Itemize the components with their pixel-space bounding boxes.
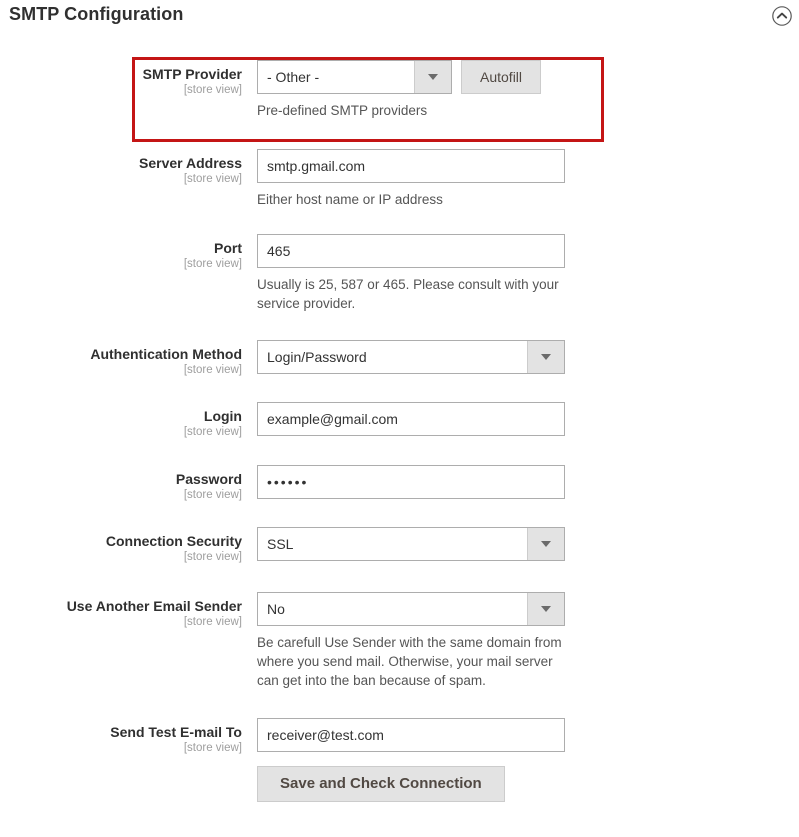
control-password	[257, 465, 799, 499]
field-label-text: SMTP Provider	[142, 66, 242, 82]
control-server-address: Either host name or IP address	[257, 149, 799, 209]
server-address-input[interactable]	[257, 149, 565, 183]
field-label-text: Server Address	[139, 155, 242, 171]
send-test-email-input[interactable]	[257, 718, 565, 752]
scope-note: [store view]	[183, 616, 242, 628]
label-authentication-method: Authentication Method [store view]	[0, 340, 257, 378]
control-login	[257, 402, 799, 436]
field-row-port: Port [store view] Usually is 25, 587 or …	[0, 234, 799, 313]
field-label-text: Connection Security	[105, 533, 242, 549]
field-row-use-another-email-sender: Use Another Email Sender [store view] No…	[0, 592, 799, 690]
port-input[interactable]	[257, 234, 565, 268]
scope-note: [store view]	[183, 364, 242, 376]
label-send-test-email: Send Test E-mail To [store view]	[0, 718, 257, 756]
section-header: SMTP Configuration	[0, 0, 799, 38]
page-title: SMTP Configuration	[9, 4, 184, 24]
chevron-down-icon[interactable]	[414, 61, 451, 93]
label-server-address: Server Address [store view]	[0, 149, 257, 187]
label-connection-security: Connection Security [store view]	[0, 527, 257, 565]
scope-note: [store view]	[183, 489, 242, 501]
field-row-send-test-email: Send Test E-mail To [store view] Save an…	[0, 718, 799, 802]
authentication-method-select[interactable]: Login/Password	[257, 340, 565, 374]
chevron-up-circle-icon[interactable]	[771, 5, 793, 27]
chevron-down-icon[interactable]	[527, 593, 564, 625]
autofill-button[interactable]: Autofill	[461, 60, 542, 94]
label-port: Port [store view]	[0, 234, 257, 272]
control-smtp-provider: - Other - Autofill Pre-defined SMTP prov…	[257, 60, 799, 120]
field-label-text: Password	[175, 471, 242, 487]
help-text-use-another-email-sender: Be carefull Use Sender with the same dom…	[257, 635, 562, 688]
control-port: Usually is 25, 587 or 465. Please consul…	[257, 234, 799, 313]
save-and-check-connection-button[interactable]: Save and Check Connection	[257, 766, 505, 802]
login-input[interactable]	[257, 402, 565, 436]
scope-note: [store view]	[183, 551, 242, 563]
help-text-smtp-provider: Pre-defined SMTP providers	[257, 103, 428, 118]
use-another-email-sender-value: No	[267, 601, 285, 617]
label-password: Password [store view]	[0, 465, 257, 503]
field-label-text: Authentication Method	[90, 346, 242, 362]
scope-note: [store view]	[183, 173, 242, 185]
help-text-server-address: Either host name or IP address	[257, 192, 443, 207]
control-connection-security: SSL	[257, 527, 799, 561]
field-row-server-address: Server Address [store view] Either host …	[0, 149, 799, 209]
control-authentication-method: Login/Password	[257, 340, 799, 374]
scope-note: [store view]	[183, 742, 242, 754]
password-input[interactable]	[257, 465, 565, 499]
use-another-email-sender-select[interactable]: No	[257, 592, 565, 626]
label-login: Login [store view]	[0, 402, 257, 440]
field-label-text: Port	[214, 240, 242, 256]
field-row-smtp-provider: SMTP Provider [store view] - Other - Aut…	[0, 60, 799, 120]
scope-note: [store view]	[183, 84, 242, 96]
control-use-another-email-sender: No Be carefull Use Sender with the same …	[257, 592, 799, 690]
field-row-login: Login [store view]	[0, 402, 799, 440]
chevron-down-icon[interactable]	[527, 528, 564, 560]
scope-note: [store view]	[183, 426, 242, 438]
label-smtp-provider: SMTP Provider [store view]	[0, 60, 257, 98]
smtp-configuration-form: SMTP Provider [store view] - Other - Aut…	[0, 38, 799, 802]
field-row-connection-security: Connection Security [store view] SSL	[0, 527, 799, 565]
smtp-provider-value: - Other -	[267, 69, 320, 85]
label-use-another-email-sender: Use Another Email Sender [store view]	[0, 592, 257, 630]
authentication-method-value: Login/Password	[267, 349, 367, 365]
connection-security-select[interactable]: SSL	[257, 527, 565, 561]
field-row-password: Password [store view]	[0, 465, 799, 503]
chevron-down-icon[interactable]	[527, 341, 564, 373]
smtp-provider-select[interactable]: - Other -	[257, 60, 452, 94]
control-send-test-email: Save and Check Connection	[257, 718, 799, 802]
field-label-text: Use Another Email Sender	[66, 598, 242, 614]
help-text-port: Usually is 25, 587 or 465. Please consul…	[257, 277, 559, 311]
field-label-text: Send Test E-mail To	[110, 724, 242, 740]
connection-security-value: SSL	[267, 536, 294, 552]
scope-note: [store view]	[183, 258, 242, 270]
field-row-authentication-method: Authentication Method [store view] Login…	[0, 340, 799, 378]
field-label-text: Login	[203, 408, 242, 424]
